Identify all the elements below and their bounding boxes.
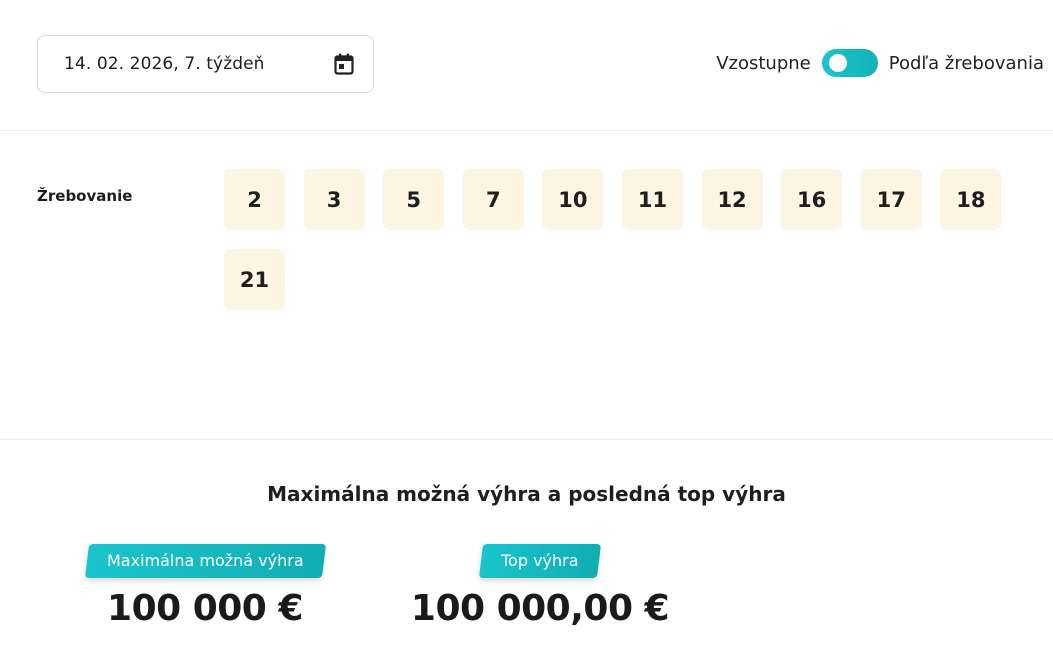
calendar-icon[interactable]	[333, 53, 355, 75]
draw-label: Žrebovanie	[37, 187, 133, 205]
prize-section-title: Maximálna možná výhra a posledná top výh…	[267, 482, 786, 506]
top-prize: Top výhra 100 000,00 €	[390, 544, 690, 629]
drawn-number: 11	[621, 169, 683, 230]
drawn-number: 16	[781, 169, 843, 230]
top-prize-tag: Top výhra	[479, 544, 601, 578]
max-prize: Maximálna možná výhra 100 000 €	[55, 544, 355, 629]
drawn-number: 17	[860, 169, 922, 230]
drawn-number: 21	[224, 249, 285, 310]
top-prize-value: 100 000,00 €	[410, 588, 670, 629]
sort-label-by-draw: Podľa žrebovania	[888, 52, 1044, 74]
max-prize-tag-label: Maximálna možná výhra	[106, 551, 304, 570]
drawn-number: 12	[701, 169, 763, 230]
toggle-knob	[828, 54, 847, 72]
drawn-numbers: 2 3 5 7 10 11 12 16 17 18 21	[224, 169, 1024, 310]
drawn-number: 7	[462, 169, 524, 230]
prize-section: Maximálna možná výhra a posledná top výh…	[0, 440, 1053, 659]
filter-bar: 14. 02. 2026, 7. týždeň Vzostupne Podľa …	[0, 0, 1053, 131]
date-value: 14. 02. 2026, 7. týždeň	[64, 54, 265, 74]
drawn-number: 10	[542, 169, 604, 230]
sort-label-ascending: Vzostupne	[716, 52, 811, 74]
top-prize-tag-label: Top výhra	[501, 551, 579, 570]
drawn-number: 5	[383, 169, 445, 230]
sort-toggle-group: Vzostupne Podľa žrebovania	[716, 49, 1044, 77]
drawn-number: 18	[940, 169, 1002, 230]
drawn-number: 2	[224, 169, 285, 230]
sort-toggle[interactable]	[821, 49, 878, 77]
drawn-number: 3	[303, 169, 365, 230]
max-prize-value: 100 000 €	[107, 588, 303, 629]
max-prize-tag: Maximálna možná výhra	[84, 544, 326, 578]
date-picker[interactable]: 14. 02. 2026, 7. týždeň	[37, 35, 374, 93]
draw-section: Žrebovanie 2 3 5 7 10 11 12 16 17 18 21	[0, 131, 1053, 440]
